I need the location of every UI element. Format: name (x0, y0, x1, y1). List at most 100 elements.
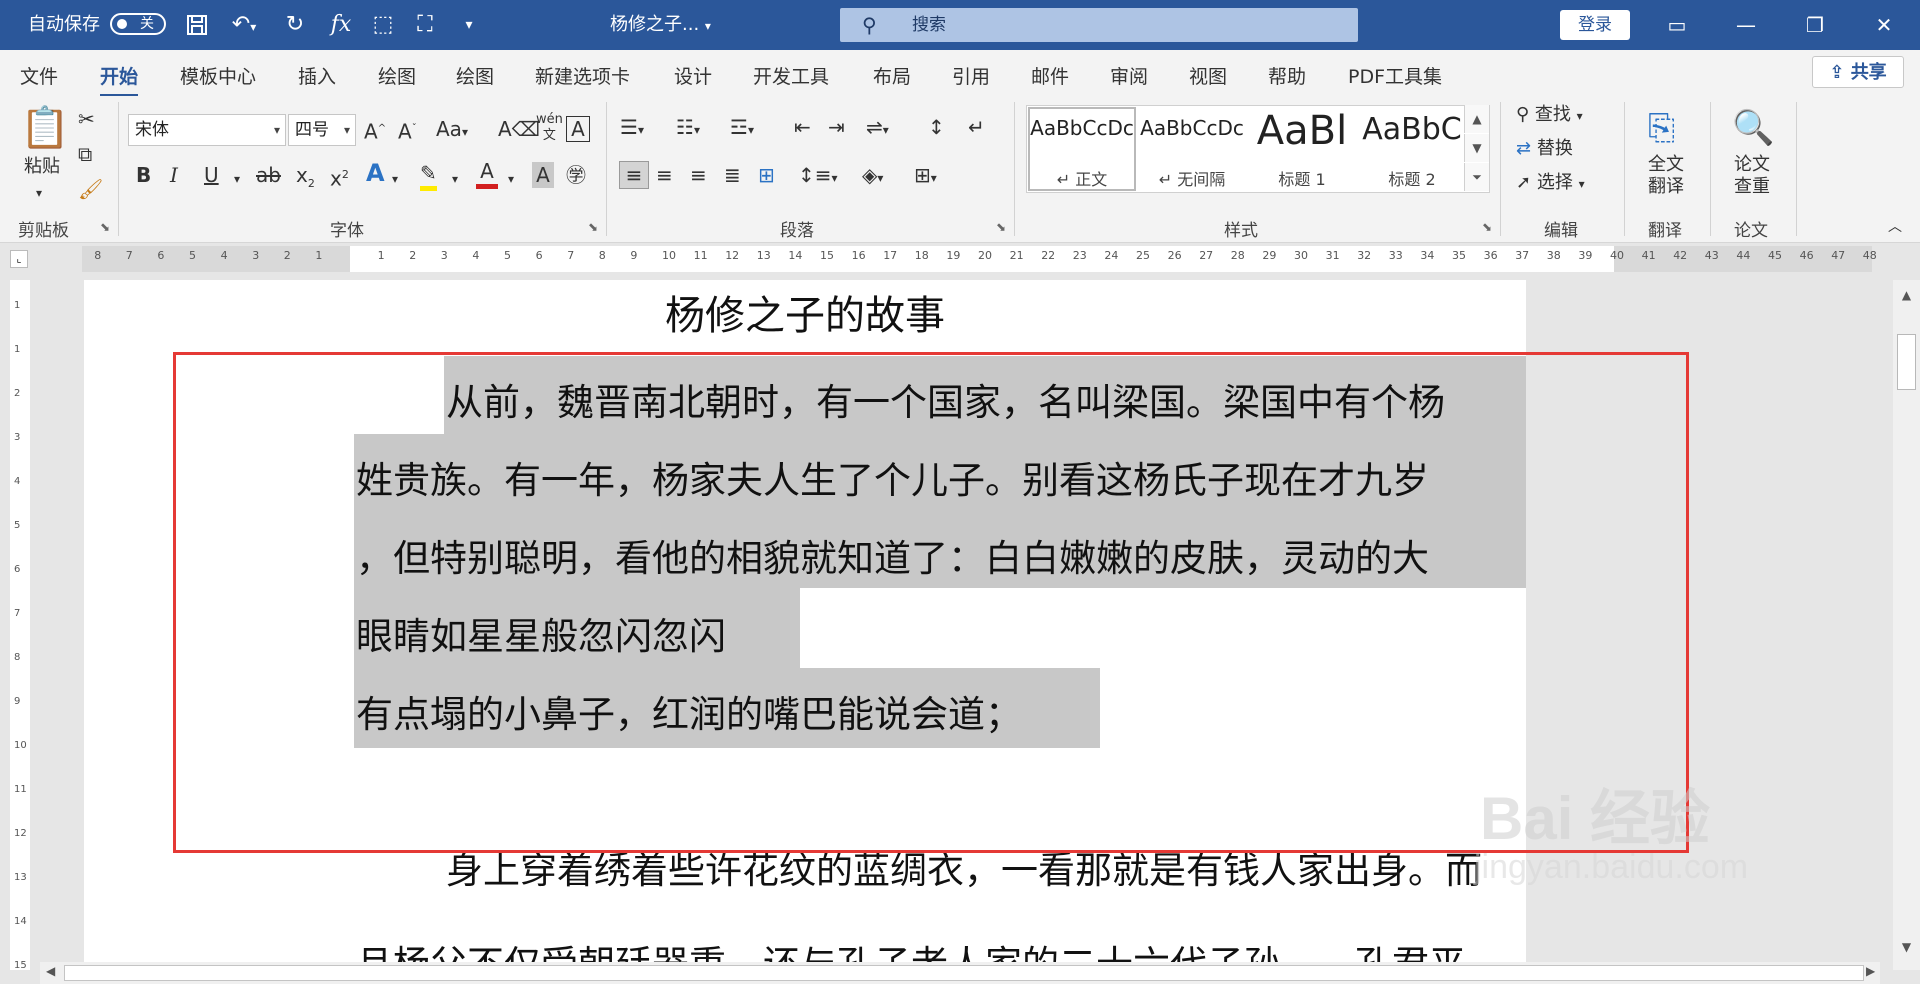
font-size-select[interactable]: 四号 ▾ (288, 114, 356, 146)
distributed-icon[interactable]: ⊞ (758, 162, 775, 188)
style-heading-1[interactable]: AaBl 标题 1 (1247, 106, 1357, 192)
tab-selector-icon[interactable]: ⌞ (10, 250, 28, 268)
vertical-scrollbar[interactable]: ▲ ▼ (1893, 280, 1920, 970)
horizontal-scroll-thumb[interactable] (64, 965, 1864, 981)
borders-icon[interactable]: ⊞▾ (914, 162, 937, 191)
bullets-icon[interactable]: ☰▾ (620, 114, 644, 143)
undo-icon[interactable]: ↶▾ (222, 0, 266, 50)
style-no-spacing[interactable]: AaBbCcDc ↵ 无间隔 (1137, 106, 1247, 192)
ribbon-display-options-icon[interactable]: ▭ (1647, 0, 1707, 50)
close-icon[interactable]: ✕ (1854, 0, 1914, 50)
character-shading-icon[interactable]: A (532, 162, 554, 188)
select-button[interactable]: ➚ 选择 ▾ (1516, 170, 1585, 197)
redo-icon[interactable]: ↻ (278, 0, 312, 50)
highlight-icon[interactable]: ✎ (420, 160, 437, 191)
paragraph-launcher-icon[interactable]: ⬊ (996, 220, 1006, 234)
paste-icon[interactable]: 📋 (20, 106, 70, 150)
copy-icon[interactable]: ⧉ (78, 141, 92, 167)
font-name-select[interactable]: 宋体 ▾ (128, 114, 286, 146)
multilevel-list-icon[interactable]: ☲▾ (730, 114, 754, 143)
search-box[interactable]: ⚲ 搜索 (840, 8, 1358, 42)
increase-indent-icon[interactable]: ⇥ (828, 114, 845, 140)
numbering-icon[interactable]: ☷▾ (676, 114, 700, 143)
align-center-icon[interactable]: ≡ (656, 162, 673, 188)
styles-scroll-down-icon[interactable]: ▼ (1464, 134, 1489, 162)
paste-dropdown-icon[interactable]: ▾ (36, 180, 42, 206)
underline-dropdown-icon[interactable]: ▾ (234, 166, 240, 192)
tab-layout[interactable]: 布局 (873, 62, 911, 89)
tab-draw-2[interactable]: 绘图 (456, 62, 494, 89)
customize-qat-icon[interactable]: ▾ (452, 0, 486, 50)
tab-new-tab[interactable]: 新建选项卡 (535, 62, 630, 89)
tab-mailings[interactable]: 邮件 (1031, 62, 1069, 89)
style-normal[interactable]: AaBbCcDc ↵ 正文 (1027, 106, 1137, 192)
tab-template-center[interactable]: 模板中心 (180, 62, 256, 89)
paper-check-button[interactable]: 论文 查重 (1734, 154, 1770, 198)
tab-design[interactable]: 设计 (674, 62, 712, 89)
tab-insert[interactable]: 插入 (298, 62, 336, 89)
font-color-dropdown-icon[interactable]: ▾ (508, 166, 514, 192)
text-effects-dropdown-icon[interactable]: ▾ (392, 166, 398, 192)
style-heading-2[interactable]: AaBbC 标题 2 (1357, 106, 1467, 192)
subscript-icon[interactable]: x2 (296, 162, 315, 197)
clear-formatting-icon[interactable]: A⌫ (498, 116, 540, 142)
scroll-thumb[interactable] (1897, 334, 1916, 390)
tab-draw[interactable]: 绘图 (378, 62, 416, 89)
shading-icon[interactable]: ◈▾ (862, 162, 883, 191)
horizontal-scrollbar[interactable]: ◀ ▶ (40, 962, 1880, 984)
styles-more-icon[interactable]: ⏷ (1464, 163, 1489, 191)
enclose-characters-icon[interactable]: ㊫ (566, 162, 586, 188)
tab-help[interactable]: 帮助 (1268, 62, 1306, 89)
login-button[interactable]: 登录 (1560, 10, 1630, 40)
horizontal-ruler[interactable]: 8 7 6 5 4 3 2 1 1 2 3 4 5 6 7 8 9 10 11 12 13 14 15 16 17 18 19 20 2… (82, 246, 1877, 272)
italic-icon[interactable]: I (170, 162, 178, 188)
highlight-dropdown-icon[interactable]: ▾ (452, 166, 458, 192)
underline-icon[interactable]: U (204, 162, 219, 188)
superscript-icon[interactable]: x2 (330, 162, 349, 192)
show-marks-icon[interactable]: ↵ (968, 114, 985, 140)
text-effects-icon[interactable]: A (366, 160, 385, 186)
styles-scroll-up-icon[interactable]: ▲ (1464, 105, 1489, 133)
styles-launcher-icon[interactable]: ⬊ (1482, 220, 1492, 234)
scroll-left-icon[interactable]: ◀ (46, 964, 55, 978)
align-left-icon[interactable]: ≡ (619, 161, 649, 189)
full-translate-button[interactable]: 全文 翻译 (1648, 154, 1684, 198)
translate-icon[interactable]: ⎘ (1648, 106, 1675, 150)
scroll-right-icon[interactable]: ▶ (1866, 964, 1875, 978)
shrink-font-icon[interactable]: Aˇ (398, 116, 417, 145)
autosave-toggle[interactable]: 关 (110, 13, 166, 35)
font-launcher-icon[interactable]: ⬊ (588, 220, 598, 234)
tab-review[interactable]: 审阅 (1110, 62, 1148, 89)
cut-icon[interactable]: ✂ (78, 106, 95, 132)
tree-icon[interactable]: ⛶ (408, 0, 442, 50)
paper-check-icon[interactable]: 🔍 (1732, 106, 1774, 150)
format-painter-icon[interactable]: 🖌 (78, 176, 103, 202)
character-border-icon[interactable]: A (566, 116, 590, 142)
decrease-indent-icon[interactable]: ⇤ (794, 114, 811, 140)
paste-label[interactable]: 粘贴 (24, 154, 60, 180)
align-right-icon[interactable]: ≡ (690, 162, 707, 188)
tab-pdf-tools[interactable]: PDF工具集 (1348, 62, 1442, 89)
clipboard-launcher-icon[interactable]: ⬊ (100, 220, 110, 234)
scroll-down-icon[interactable]: ▼ (1893, 940, 1920, 954)
strikethrough-icon[interactable]: ab (256, 162, 281, 188)
find-button[interactable]: ⚲ 查找 ▾ (1516, 102, 1583, 129)
line-spacing-icon[interactable]: ↕≡▾ (798, 162, 838, 191)
change-case-icon[interactable]: Aa▾ (436, 116, 468, 145)
tab-home[interactable]: 开始 (100, 62, 139, 97)
tab-view[interactable]: 视图 (1189, 62, 1227, 89)
grow-font-icon[interactable]: A^ (364, 116, 386, 145)
tab-developer[interactable]: 开发工具 (753, 62, 829, 89)
chinese-layout-icon[interactable]: ⇌▾ (866, 114, 889, 143)
tab-file[interactable]: 文件 (20, 62, 58, 89)
vertical-ruler[interactable]: 1 1 2 3 4 5 6 7 8 9 10 11 12 13 14 15 (10, 280, 30, 971)
bold-icon[interactable]: B (136, 162, 151, 188)
collapse-ribbon-icon[interactable]: ︿ (1888, 214, 1902, 240)
fx-icon[interactable]: fx (322, 0, 360, 50)
phonetic-guide-icon[interactable]: wén 文 (536, 112, 563, 144)
justify-icon[interactable]: ≣ (724, 162, 741, 188)
tab-references[interactable]: 引用 (952, 62, 990, 89)
document-title[interactable]: 杨修之子... ▾ (610, 0, 711, 50)
font-color-icon[interactable]: A (476, 158, 498, 189)
minimize-icon[interactable]: — (1716, 0, 1776, 50)
